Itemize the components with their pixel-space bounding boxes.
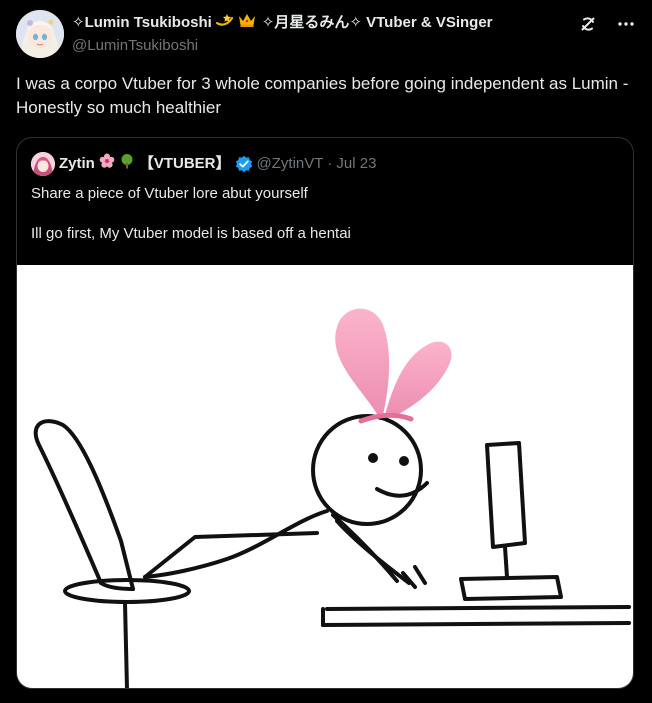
quote-header: Zytin 【VTUBER】 @ZytinVT · Jul 23 [31, 152, 376, 176]
quote-author-avatar [31, 152, 55, 176]
tweet: ✧Lumin Tsukiboshi ✧月星るみん✧ VTuber & VSing… [0, 0, 652, 703]
quote-separator: · [327, 155, 333, 172]
author-name-suffix[interactable]: ✧月星るみん✧ VTuber & VSinger [262, 13, 493, 33]
quoted-tweet[interactable]: Zytin 【VTUBER】 @ZytinVT · Jul 23 Share a… [16, 137, 634, 689]
stick-figure-drawing [33, 308, 631, 688]
quote-date[interactable]: Jul 23 [336, 154, 376, 174]
tweet-actions-top [578, 14, 636, 34]
verified-badge-icon [235, 155, 253, 173]
author-name[interactable]: ✧Lumin Tsukiboshi [72, 13, 212, 33]
quote-image[interactable] [17, 265, 633, 688]
quote-text-line-2: Ill go first, My Vtuber model is based o… [31, 225, 351, 242]
cherry-blossom-emoji-icon [99, 153, 115, 175]
tweet-text: I was a corpo Vtuber for 3 whole compani… [16, 74, 629, 117]
quote-handle[interactable]: @ZytinVT [257, 154, 324, 174]
grok-icon[interactable] [578, 14, 598, 34]
quote-author-name[interactable]: Zytin [59, 154, 95, 174]
author-name-row[interactable]: ✧Lumin Tsukiboshi ✧月星るみん✧ VTuber & VSing… [72, 12, 572, 34]
author-handle[interactable]: @LuminTsukiboshi [72, 36, 572, 56]
tree-emoji-icon [119, 153, 135, 175]
dizzy-emoji-icon [215, 12, 234, 34]
quote-text-line-1: Share a piece of Vtuber lore abut yourse… [31, 185, 308, 202]
more-icon[interactable] [616, 14, 636, 34]
tweet-header: ✧Lumin Tsukiboshi ✧月星るみん✧ VTuber & VSing… [72, 12, 572, 56]
crown-emoji-icon [238, 12, 256, 34]
quote-text: Share a piece of Vtuber lore abut yourse… [31, 184, 621, 244]
quote-author-tag[interactable]: 【VTUBER】 [139, 154, 231, 174]
author-avatar[interactable] [16, 10, 64, 58]
